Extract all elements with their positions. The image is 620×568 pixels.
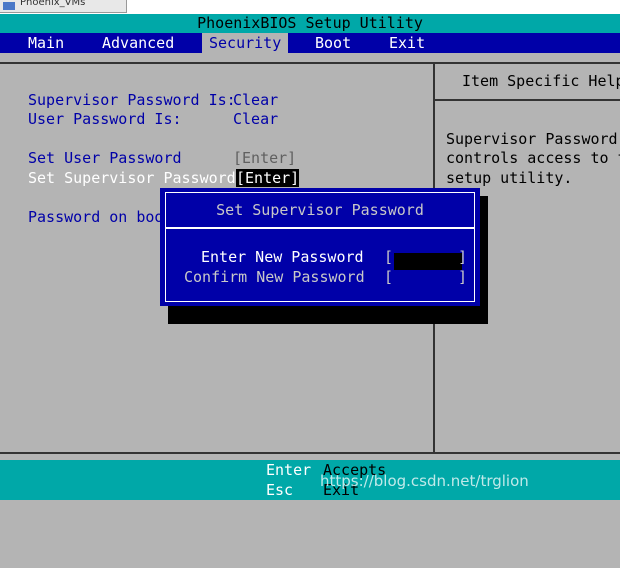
window-tab[interactable]: Phoenix_VMs <box>0 0 127 13</box>
menu-security[interactable]: Security <box>202 33 289 53</box>
set-supervisor-password-dialog: Set Supervisor Password Enter New Passwo… <box>160 188 480 306</box>
bios-title: PhoenixBIOS Setup Utility <box>197 14 423 32</box>
help-line-1: Supervisor Password <box>446 130 618 148</box>
user-pw-status-value: Clear <box>233 110 279 128</box>
window-tab-title: Phoenix_VMs <box>20 0 86 8</box>
help-line-2: controls access to the <box>446 149 620 167</box>
vm-icon <box>3 2 15 10</box>
key-help-bar: Enter Accepts Esc Exit https://blog.csdn… <box>0 460 620 500</box>
menu-bar: Main Advanced Security Boot Exit <box>0 33 620 53</box>
new-password-bracket-open: [ <box>384 248 394 266</box>
menu-advanced[interactable]: Advanced <box>95 33 181 53</box>
watermark-url: https://blog.csdn.net/trglion <box>320 472 529 490</box>
help-title: Item Specific Help <box>462 72 620 90</box>
menu-exit[interactable]: Exit <box>382 33 432 53</box>
menu-boot[interactable]: Boot <box>308 33 358 53</box>
dialog-title: Set Supervisor Password <box>166 193 474 229</box>
confirm-password-bracket-close: ] <box>458 268 468 286</box>
help-title-rule <box>435 99 620 101</box>
set-supervisor-pw-value[interactable]: [Enter] <box>236 169 300 187</box>
supervisor-pw-status-label: Supervisor Password Is: <box>28 91 236 109</box>
menu-main[interactable]: Main <box>21 33 71 53</box>
confirm-password-input[interactable] <box>394 268 454 285</box>
dialog-frame: Set Supervisor Password Enter New Passwo… <box>165 192 475 302</box>
window-tab-strip: Phoenix_VMs <box>0 0 620 14</box>
confirm-password-label: Confirm New Password <box>184 268 365 286</box>
title-bar: PhoenixBIOS Setup Utility <box>0 14 620 33</box>
confirm-password-bracket-open: [ <box>384 268 394 286</box>
key-esc: Esc <box>266 481 294 499</box>
user-pw-status-label: User Password Is: <box>28 110 182 128</box>
set-user-pw-value[interactable]: [Enter] <box>233 149 296 167</box>
help-line-3: setup utility. <box>446 169 573 187</box>
new-password-bracket-close: ] <box>458 248 468 266</box>
set-user-pw-label[interactable]: Set User Password <box>28 149 182 167</box>
supervisor-pw-status-value: Clear <box>233 91 279 109</box>
set-supervisor-pw-label[interactable]: Set Supervisor Password <box>28 169 236 187</box>
new-password-label: Enter New Password <box>201 248 364 266</box>
password-on-boot-label[interactable]: Password on boot <box>28 208 173 226</box>
key-enter: Enter <box>266 461 312 479</box>
